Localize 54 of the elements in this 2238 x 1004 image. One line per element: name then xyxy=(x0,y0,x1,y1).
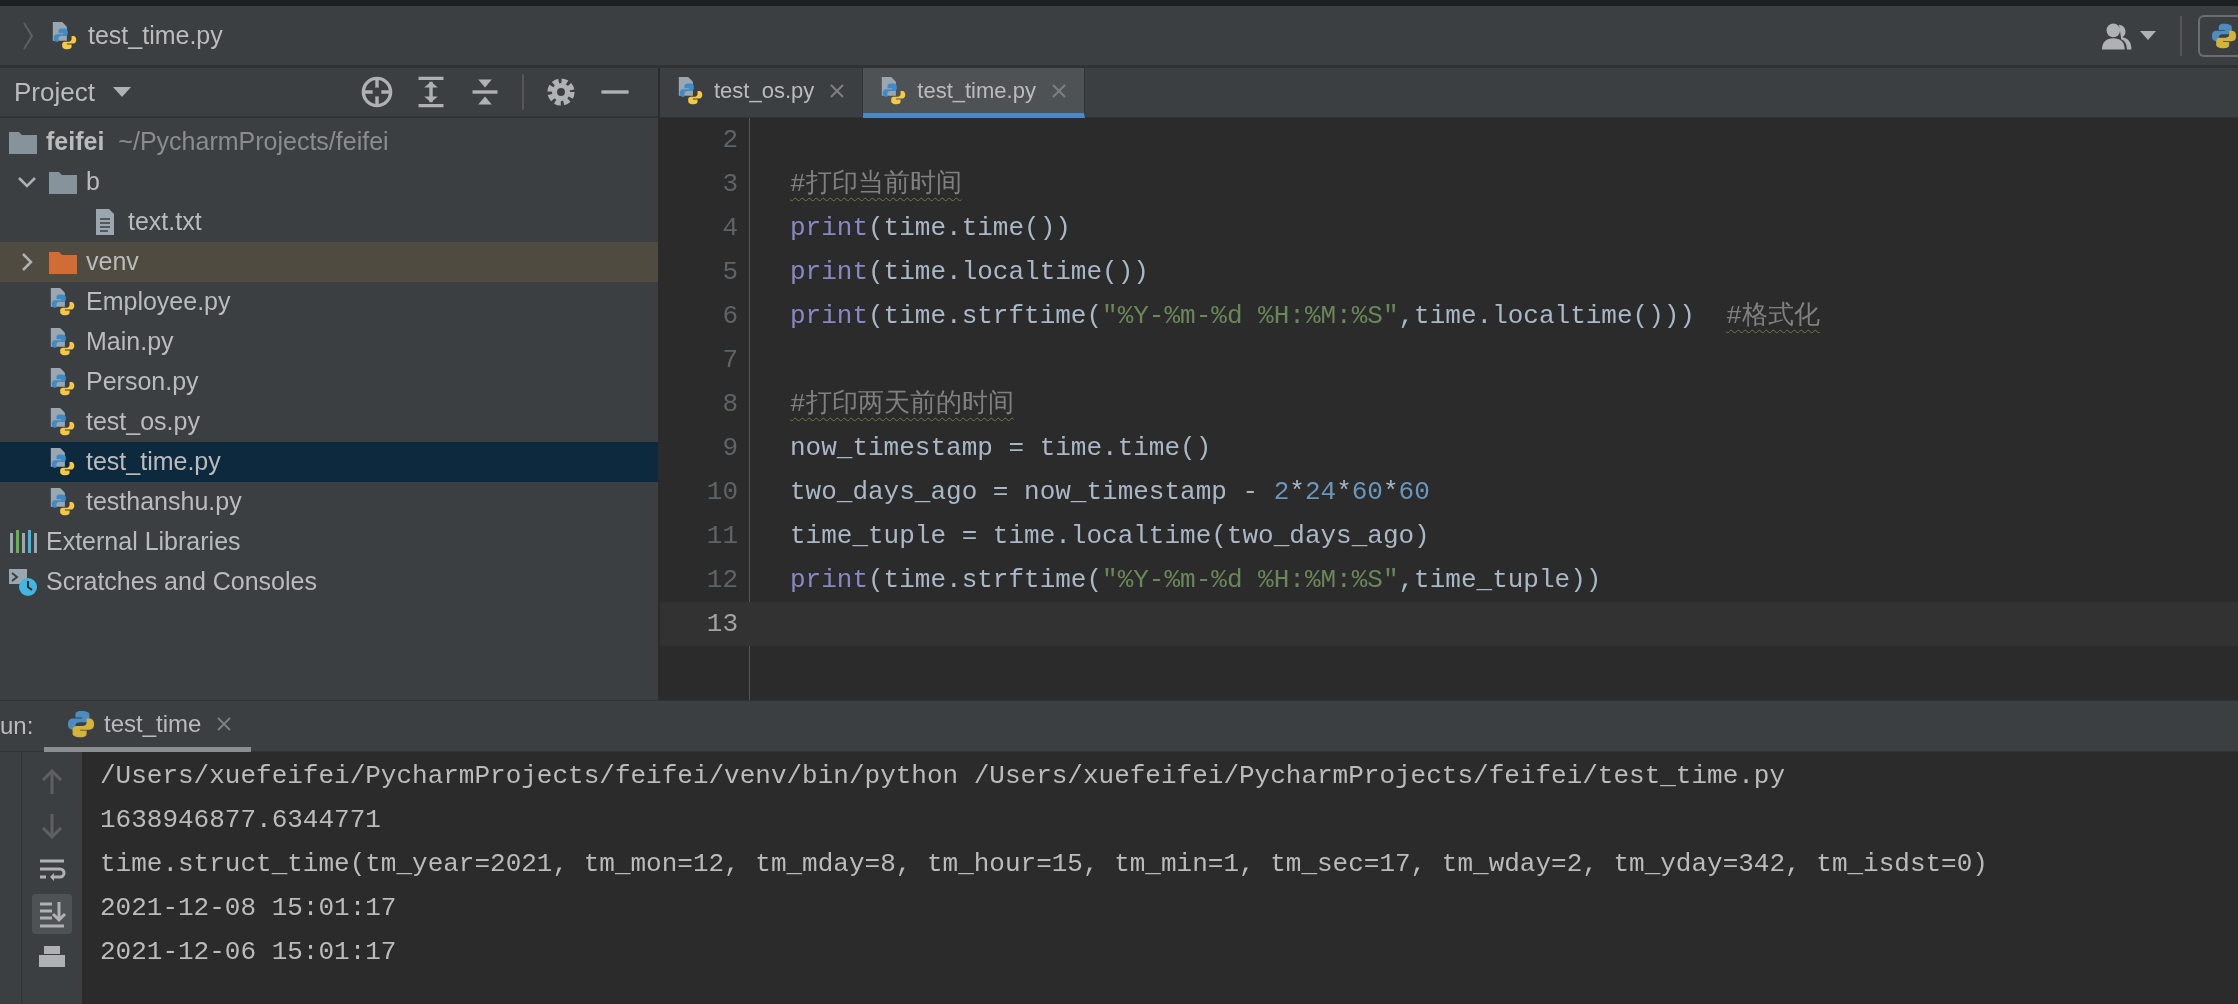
console-line: /Users/xuefeifei/PycharmProjects/feifei/venv/bin/python /Users/xuefeifei/PycharmProjects/feifei/test_time.py xyxy=(100,760,1787,793)
editor-tab[interactable]: test_os.py xyxy=(660,68,864,118)
python-logo-icon xyxy=(2211,21,2237,50)
caret-icon xyxy=(112,87,131,97)
tree-item[interactable]: Person.py xyxy=(0,362,658,402)
breadcrumb-chevron-icon xyxy=(22,20,34,51)
line-number: 6 xyxy=(721,299,738,333)
code-line: #打印两天前的时间 xyxy=(789,387,1014,421)
code-line: two_days_ago = now_timestamp - 2*24*60*60 xyxy=(789,475,1430,509)
line-number: 7 xyxy=(721,343,738,377)
code-line: #打印当前时间 xyxy=(789,167,962,201)
code-line: print(time.strftime("%Y-%m-%d %H:%M:%S",time_tuple)) xyxy=(789,563,1602,597)
code-line: time_tuple = time.localtime(two_days_ago) xyxy=(789,519,1430,553)
close-icon[interactable] xyxy=(828,81,847,100)
tree-item[interactable]: text.txt xyxy=(0,202,658,242)
code-line: print(time.time()) xyxy=(789,211,1071,245)
code-line: print(time.strftime("%Y-%m-%d %H:%M:%S",time.localtime())) #格式化 xyxy=(789,299,1820,333)
tree-item[interactable]: venv xyxy=(0,242,658,282)
tree-item[interactable]: b xyxy=(0,162,658,202)
tree-item[interactable]: test_os.py xyxy=(0,402,658,442)
tree-item[interactable]: Main.py xyxy=(0,322,658,362)
console-line: 1638946877.6344771 xyxy=(100,804,382,837)
close-icon[interactable] xyxy=(215,714,234,733)
locate-icon[interactable] xyxy=(360,75,394,109)
line-number: 10 xyxy=(705,475,738,509)
tree-item[interactable]: External Libraries xyxy=(0,522,658,562)
tree-item[interactable]: test_time.py xyxy=(0,442,658,482)
line-number: 4 xyxy=(721,211,738,245)
tree-item[interactable]: Employee.py xyxy=(0,282,658,322)
code-line: now_timestamp = time.time() xyxy=(789,431,1212,465)
line-number: 8 xyxy=(721,387,738,421)
project-view-selector[interactable]: Project xyxy=(14,72,131,112)
tree-item[interactable]: feifei ~/PycharmProjects/feifei xyxy=(0,122,658,162)
line-number: 13 xyxy=(705,607,738,641)
tree-item[interactable]: testhanshu.py xyxy=(0,482,658,522)
console-line: time.struct_time(tm_year=2021, tm_mon=12, tm_mday=8, tm_hour=15, tm_min=1, tm_sec=17, tm_wday=2, tm_yday=342, tm_isdst=0) xyxy=(100,848,1988,881)
toolbar-button[interactable] xyxy=(32,894,72,934)
tree-item[interactable]: Scratches and Consoles xyxy=(0,562,658,602)
run-label: un: xyxy=(0,711,35,741)
line-number: 9 xyxy=(721,431,738,465)
caret-icon xyxy=(2140,30,2156,41)
line-number: 11 xyxy=(705,519,738,553)
console-line: 2021-12-06 15:01:17 xyxy=(100,936,398,969)
breadcrumb-item[interactable]: test_time.py xyxy=(88,16,223,55)
line-number: 3 xyxy=(721,167,738,201)
line-number: 12 xyxy=(705,563,738,597)
scratches-icon xyxy=(8,567,38,597)
python-interpreter-button[interactable] xyxy=(2198,14,2238,57)
python-logo-icon xyxy=(66,708,96,739)
line-number: 5 xyxy=(721,255,738,289)
console-line: 2021-12-08 15:01:17 xyxy=(100,892,398,925)
editor-tab[interactable]: test_time.py xyxy=(863,68,1085,118)
code-line: print(time.localtime()) xyxy=(789,255,1149,289)
line-number: 2 xyxy=(721,123,738,157)
